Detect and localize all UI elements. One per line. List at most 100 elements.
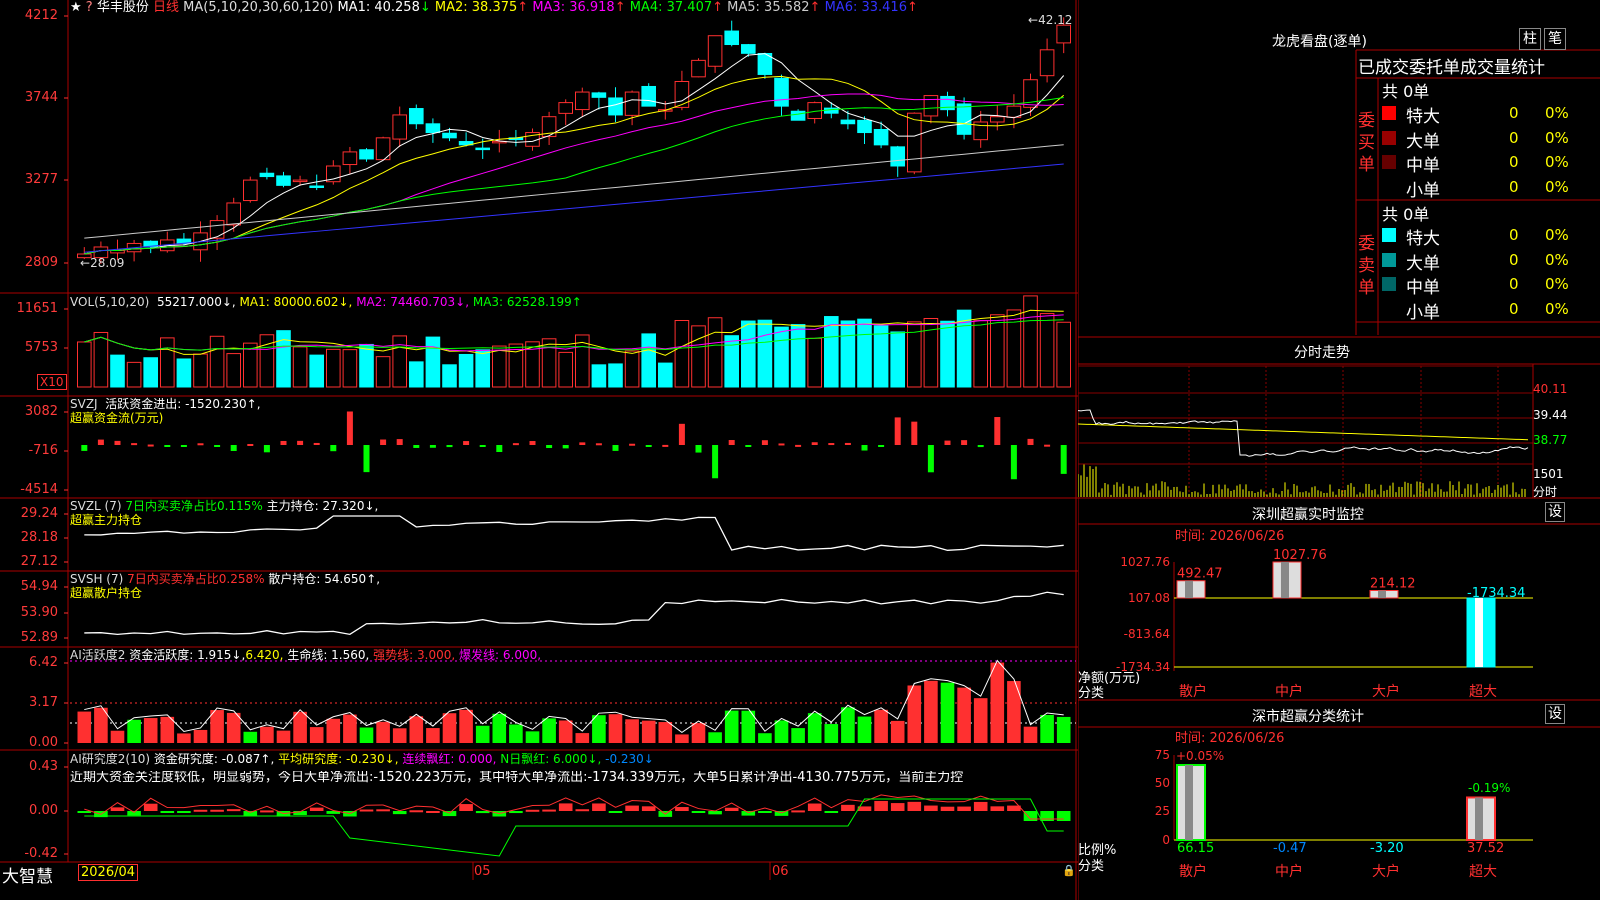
fund-flow-bar: [595, 443, 602, 446]
volume-bar: [940, 320, 955, 388]
volume-bar: [790, 324, 806, 388]
volume-bar: [375, 356, 391, 388]
column-view-button[interactable]: 柱: [1519, 28, 1541, 50]
y-tick: 0.00: [29, 803, 58, 818]
y-tick: 0.43: [29, 759, 58, 774]
y-tick: 28.18: [20, 530, 58, 545]
star-icon[interactable]: ★: [70, 0, 82, 15]
candle-body: [907, 112, 922, 173]
candle-body: [292, 179, 308, 183]
fund-flow-bar: [761, 440, 768, 445]
activity-bar: [608, 714, 623, 743]
volume-bar: [541, 338, 557, 388]
research-bar: [675, 807, 689, 811]
candle-body: [359, 149, 374, 160]
activity-bar: [1007, 681, 1021, 743]
y-tick: 6.42: [29, 655, 58, 670]
research-bar: [907, 801, 922, 811]
fund-flow-bar: [844, 442, 851, 445]
activity-bar: [1023, 726, 1038, 743]
activity-bar: [442, 713, 457, 743]
fund-flow-bar: [180, 445, 187, 447]
stock-name[interactable]: 华丰股份: [97, 0, 149, 15]
volume-bar: [143, 357, 158, 388]
category-label: 大户: [1372, 683, 1400, 700]
order-pct: 0%: [1545, 250, 1569, 269]
volume-bar: [425, 336, 441, 388]
order-count: 0: [1509, 177, 1519, 196]
candle-body: [591, 92, 607, 98]
research-bar: [807, 803, 822, 811]
y-tick: 0: [1162, 833, 1170, 847]
activity-bar: [260, 726, 274, 743]
volume-bar: [757, 319, 773, 388]
fund-flow-bar: [363, 445, 370, 473]
fund-flow-bar: [662, 444, 669, 447]
main-header: ★ ? 华丰股份 日线 MA(5,10,20,30,60,120) MA1: 4…: [70, 1, 918, 15]
value-label: 492.47: [1177, 567, 1223, 582]
y-tick: 29.24: [20, 506, 58, 521]
fund-flow-bar: [612, 445, 619, 451]
fund-flow-bar: [811, 442, 818, 445]
ratio-label: 37.52: [1467, 841, 1504, 856]
volume-bar: [126, 361, 142, 388]
activity-bar: [293, 711, 307, 743]
candle-body: [724, 30, 740, 46]
candle-body: [990, 116, 1005, 123]
intraday-price-line: [1078, 409, 1529, 457]
activity-bar: [492, 713, 507, 743]
stock-terminal: { "app": {"brand": "大智慧", "date_label": …: [0, 0, 1600, 900]
volume-bar: [873, 325, 889, 388]
y-tick: 11651: [16, 301, 58, 316]
activity-bar: [791, 728, 805, 743]
activity-bar: [691, 723, 706, 743]
sz-monitor-settings-button[interactable]: 设: [1545, 502, 1565, 522]
retail-holding-line: [84, 591, 1064, 636]
order-size-label: 大单: [1406, 131, 1440, 152]
category-label: 大户: [1372, 863, 1400, 880]
tick-view-button[interactable]: 笔: [1544, 28, 1566, 50]
volume-bar: [624, 350, 640, 388]
candle-body: [923, 95, 939, 117]
volume-bar: [475, 349, 490, 388]
volume-bar: [890, 331, 906, 388]
candle-body: [608, 97, 623, 116]
research-bar: [924, 805, 938, 811]
period-label[interactable]: 日线: [153, 0, 179, 15]
y-tick: 3082: [24, 404, 58, 419]
order-size-label: 大单: [1406, 253, 1440, 274]
candle-body: [1056, 24, 1072, 44]
activity-bar: [376, 721, 390, 743]
ratio-label: 66.15: [1177, 841, 1214, 856]
candle-body: [1039, 49, 1055, 77]
activity-bar: [708, 732, 722, 743]
research-bar: [143, 803, 158, 811]
research-bar: [608, 811, 623, 813]
order-count: 0: [1509, 250, 1519, 269]
activity-bar: [343, 714, 357, 743]
order-size-label: 中单: [1406, 156, 1440, 176]
y-tick: 25: [1155, 804, 1170, 818]
activity-bar: [475, 725, 490, 743]
candle-body: [575, 91, 590, 111]
volume-bar: [292, 346, 308, 388]
activity-bar: [177, 733, 191, 743]
low-marker: ←28.09: [80, 256, 125, 270]
fund-flow-bar: [280, 440, 287, 445]
activity-bar: [127, 719, 141, 743]
volume-bar: [774, 326, 789, 388]
research-bar: [874, 800, 888, 811]
candle-body: [309, 185, 324, 189]
research-bar: [691, 811, 706, 813]
fund-flow-bar: [778, 443, 785, 446]
research-bar: [160, 811, 175, 813]
order-count: 0: [1509, 153, 1519, 171]
research-bar: [77, 811, 92, 813]
question-icon[interactable]: ?: [86, 0, 93, 15]
lock-icon[interactable]: 🔒: [1062, 864, 1076, 877]
fund-flow-bar: [330, 445, 337, 452]
ma-header: MA(5,10,20,30,60,120): [183, 0, 334, 15]
color-swatch: [1382, 228, 1396, 242]
sz-class-settings-button[interactable]: 设: [1545, 704, 1565, 724]
activity-bar: [226, 712, 241, 743]
